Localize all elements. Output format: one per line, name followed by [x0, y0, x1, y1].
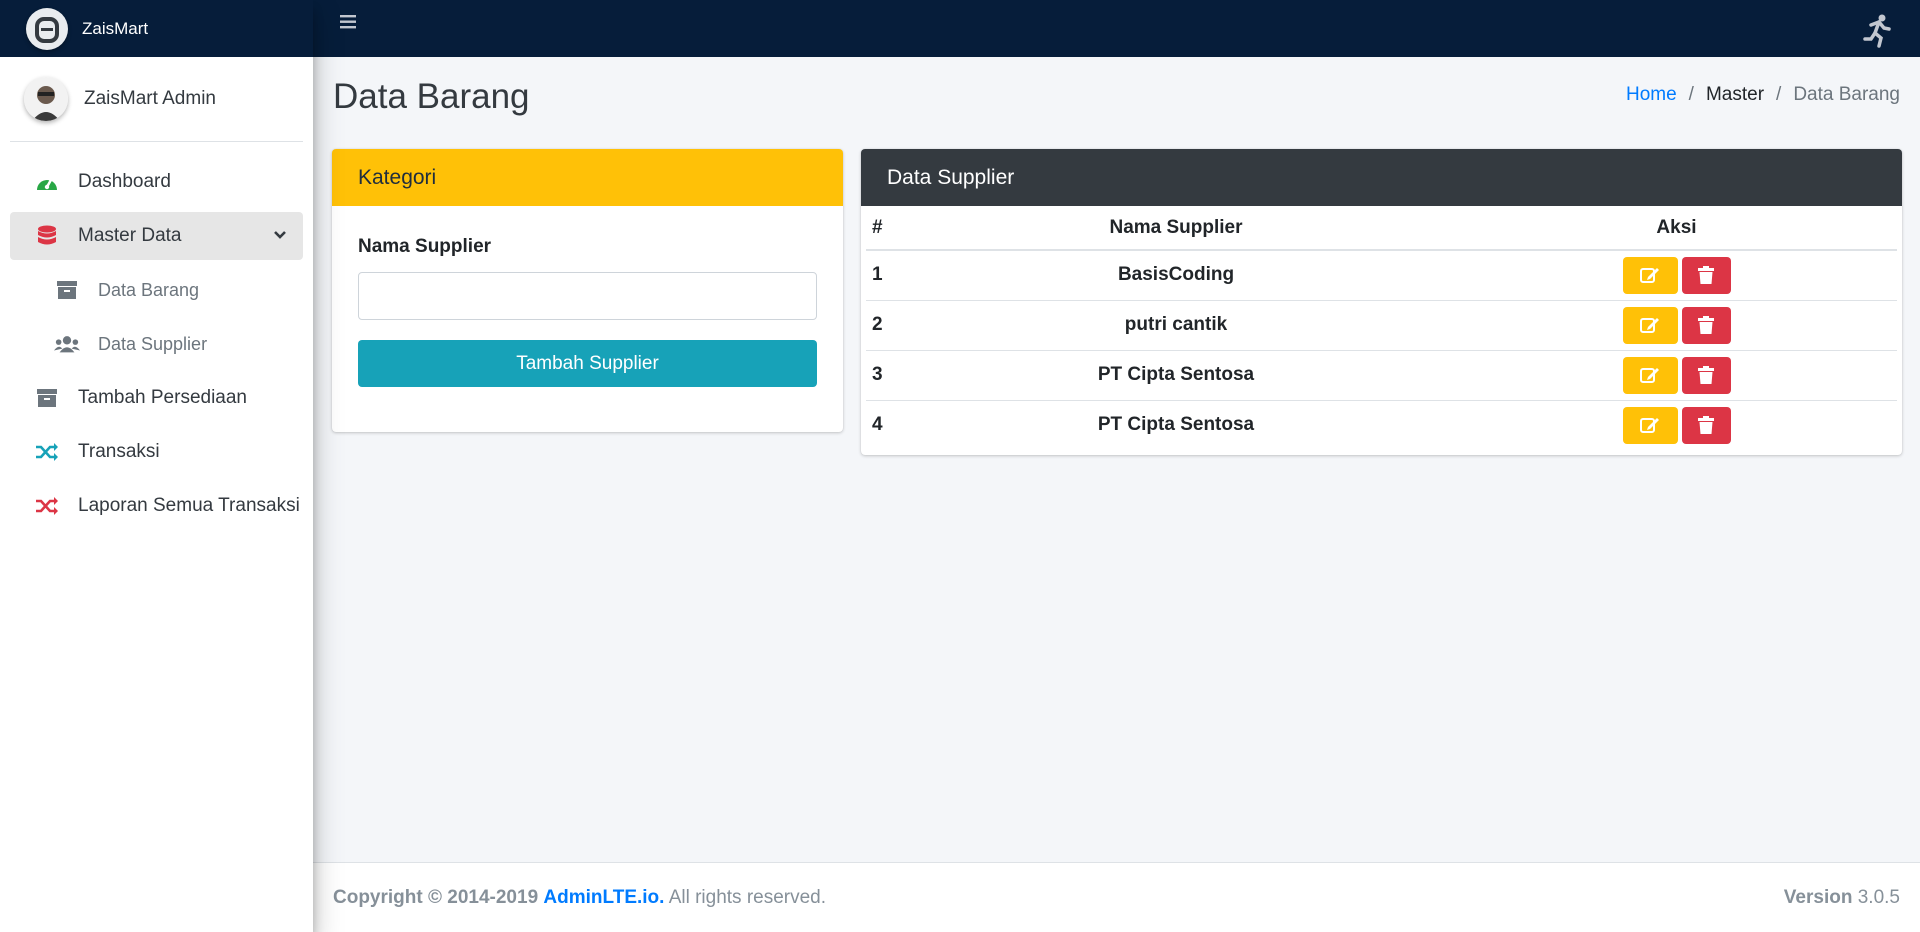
sidebar-item-label: Data Supplier — [98, 333, 208, 354]
delete-button[interactable] — [1681, 256, 1731, 294]
row-number: 3 — [866, 349, 896, 400]
brand-text: ZaisMart — [82, 18, 149, 38]
nama-supplier-input[interactable] — [358, 272, 817, 320]
supplier-name: putri cantik — [896, 299, 1456, 350]
table-header-row: # Nama Supplier Aksi — [866, 206, 1897, 251]
table-row: 3 PT Cipta Sentosa — [866, 349, 1897, 400]
footer-version: Version 3.0.5 — [1784, 887, 1900, 909]
sidebar-item-label: Master Data — [78, 225, 182, 246]
random-icon — [34, 493, 60, 519]
row-actions — [1456, 399, 1897, 450]
sidebar-item-data-barang[interactable]: Data Barang — [10, 266, 303, 314]
users-icon — [54, 331, 80, 357]
random-icon — [34, 439, 60, 465]
supplier-table: # Nama Supplier Aksi 1 BasisCoding 2 put… — [866, 206, 1897, 450]
edit-button[interactable] — [1622, 406, 1678, 444]
column-header: Aksi — [1456, 206, 1897, 251]
nama-supplier-label: Nama Supplier — [358, 236, 492, 257]
user-avatar — [24, 77, 68, 121]
breadcrumb-current: Data Barang — [1793, 84, 1900, 105]
archive-icon — [34, 385, 60, 411]
user-name: ZaisMart Admin — [84, 88, 216, 109]
table-row: 4 PT Cipta Sentosa — [866, 399, 1897, 450]
edit-button[interactable] — [1622, 256, 1678, 294]
database-icon — [34, 223, 60, 249]
version-number: 3.0.5 — [1857, 886, 1900, 908]
row-actions — [1456, 249, 1897, 300]
trash-icon — [1698, 316, 1714, 334]
sidebar-item-master-data[interactable]: Master Data — [10, 212, 303, 260]
card-header: Kategori — [332, 149, 843, 206]
user-panel[interactable]: ZaisMart Admin — [10, 57, 303, 142]
edit-icon — [1640, 318, 1659, 333]
page-title: Data Barang — [333, 77, 530, 116]
tachometer-icon — [34, 169, 60, 195]
row-actions — [1456, 299, 1897, 350]
data-supplier-card: Data Supplier # Nama Supplier Aksi 1 Bas… — [861, 149, 1902, 455]
trash-icon — [1698, 366, 1714, 384]
breadcrumb-home-link[interactable]: Home — [1626, 84, 1677, 106]
sidebar-item-label: Laporan Semua Transaksi — [78, 495, 300, 516]
running-icon[interactable] — [1862, 14, 1892, 53]
content-wrapper: Data Barang Home / Master / Data Barang … — [313, 57, 1920, 862]
sidebar-item-data-supplier[interactable]: Data Supplier — [10, 320, 303, 368]
column-header: Nama Supplier — [896, 206, 1456, 251]
sidebar-item-laporan[interactable]: Laporan Semua Transaksi — [10, 482, 303, 530]
archive-icon — [54, 277, 80, 303]
footer-copyright: Copyright © 2014-2019 AdminLTE.io. All r… — [333, 887, 826, 909]
row-number: 1 — [866, 249, 896, 300]
brand-logo-icon — [26, 7, 68, 50]
sidebar-item-label: Transaksi — [78, 441, 160, 462]
rights-text: All rights reserved. — [668, 886, 827, 908]
breadcrumb: Home / Master / Data Barang — [1626, 84, 1900, 106]
card-header: Data Supplier — [861, 149, 1902, 206]
edit-button[interactable] — [1622, 356, 1678, 394]
main-footer: Copyright © 2014-2019 AdminLTE.io. All r… — [313, 862, 1920, 932]
copyright-text: Copyright © 2014-2019 — [333, 886, 539, 908]
breadcrumb-separator: / — [1776, 84, 1782, 105]
sidebar-item-dashboard[interactable]: Dashboard — [10, 158, 303, 206]
breadcrumb-separator: / — [1688, 84, 1694, 105]
edit-icon — [1640, 268, 1659, 284]
sidebar-nav: Dashboard Master Data Data Barang Data S… — [0, 142, 313, 530]
row-number: 2 — [866, 299, 896, 350]
trash-icon — [1698, 266, 1714, 285]
sidebar-item-transaksi[interactable]: Transaksi — [10, 428, 303, 476]
supplier-name: BasisCoding — [896, 249, 1456, 300]
main-sidebar: ZaisMart ZaisMart Admin Dashboard Master… — [0, 0, 313, 932]
breadcrumb-master: Master — [1705, 84, 1765, 105]
edit-icon — [1640, 368, 1659, 383]
sidebar-item-label: Tambah Persediaan — [78, 387, 247, 408]
trash-icon — [1698, 416, 1714, 435]
kategori-card: Kategori Nama Supplier Tambah Supplier — [332, 149, 843, 432]
row-actions — [1456, 349, 1897, 400]
sidebar-item-tambah-persediaan[interactable]: Tambah Persediaan — [10, 374, 303, 422]
delete-button[interactable] — [1681, 306, 1731, 344]
sidebar-item-label: Dashboard — [78, 171, 171, 192]
table-row: 1 BasisCoding — [866, 249, 1897, 300]
supplier-name: PT Cipta Sentosa — [896, 349, 1456, 400]
row-number: 4 — [866, 399, 896, 450]
brand-link[interactable]: ZaisMart — [0, 0, 313, 57]
delete-button[interactable] — [1681, 406, 1731, 444]
top-navbar — [313, 0, 1920, 57]
chevron-down-icon — [273, 226, 287, 248]
adminlte-link[interactable]: AdminLTE.io. — [543, 887, 664, 908]
sidebar-item-label: Data Barang — [98, 279, 200, 300]
supplier-name: PT Cipta Sentosa — [896, 399, 1456, 450]
version-label: Version — [1783, 886, 1853, 908]
edit-button[interactable] — [1622, 306, 1678, 344]
delete-button[interactable] — [1681, 356, 1731, 394]
edit-icon — [1640, 418, 1659, 434]
hamburger-menu-icon[interactable] — [340, 14, 360, 32]
table-row: 2 putri cantik — [866, 299, 1897, 350]
tambah-supplier-button[interactable]: Tambah Supplier — [358, 340, 817, 387]
column-header: # — [866, 206, 896, 251]
